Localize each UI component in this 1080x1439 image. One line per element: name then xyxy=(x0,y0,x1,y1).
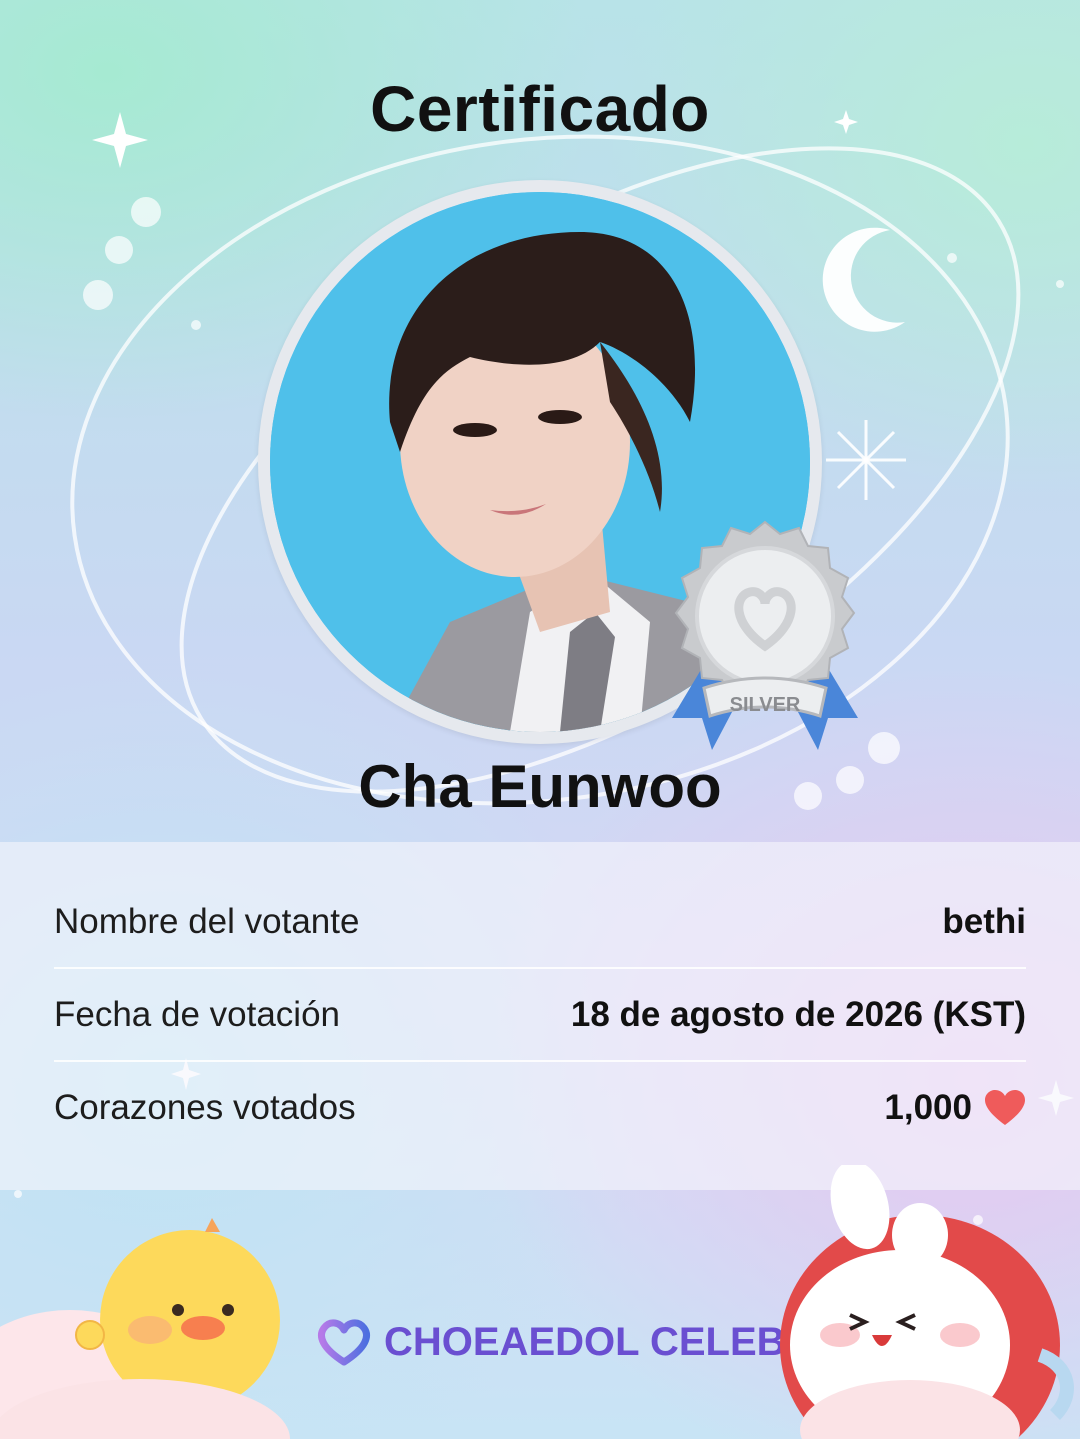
vote-date-row: Fecha de votación 18 de agosto de 2026 (… xyxy=(54,969,1026,1061)
hearts-value-group: 1,000 xyxy=(884,1088,1026,1128)
certificate-title: Certificado xyxy=(370,73,710,145)
badge-label: SILVER xyxy=(730,694,801,716)
voter-name-label: Nombre del votante xyxy=(54,902,360,941)
hearts-label: Corazones votados xyxy=(54,1088,356,1127)
vote-date-label: Fecha de votación xyxy=(54,995,341,1034)
silver-badge-icon: SILVER xyxy=(672,520,858,750)
voter-name-value: bethi xyxy=(942,902,1026,941)
chick-character-icon xyxy=(0,1218,290,1439)
bunny-character-icon xyxy=(780,1165,1074,1439)
hearts-row: Corazones votados 1,000 xyxy=(54,1062,1026,1154)
vote-date-value: 18 de agosto de 2026 (KST) xyxy=(570,995,1026,1034)
certificate-page: Certificado SILVER Cha Eunwoo Nombre del… xyxy=(0,0,1080,1439)
hearts-value: 1,000 xyxy=(884,1088,972,1127)
heart-icon xyxy=(985,1090,1025,1125)
moon-icon xyxy=(822,227,905,332)
voter-name-row: Nombre del votante bethi xyxy=(54,876,1026,968)
celebrity-name: Cha Eunwoo xyxy=(358,753,722,820)
brand-logo: CHOEAEDOL CELEB xyxy=(314,1318,786,1366)
choeaedol-logo-icon xyxy=(318,1319,370,1366)
brand-name: CHOEAEDOL CELEB xyxy=(384,1319,786,1364)
